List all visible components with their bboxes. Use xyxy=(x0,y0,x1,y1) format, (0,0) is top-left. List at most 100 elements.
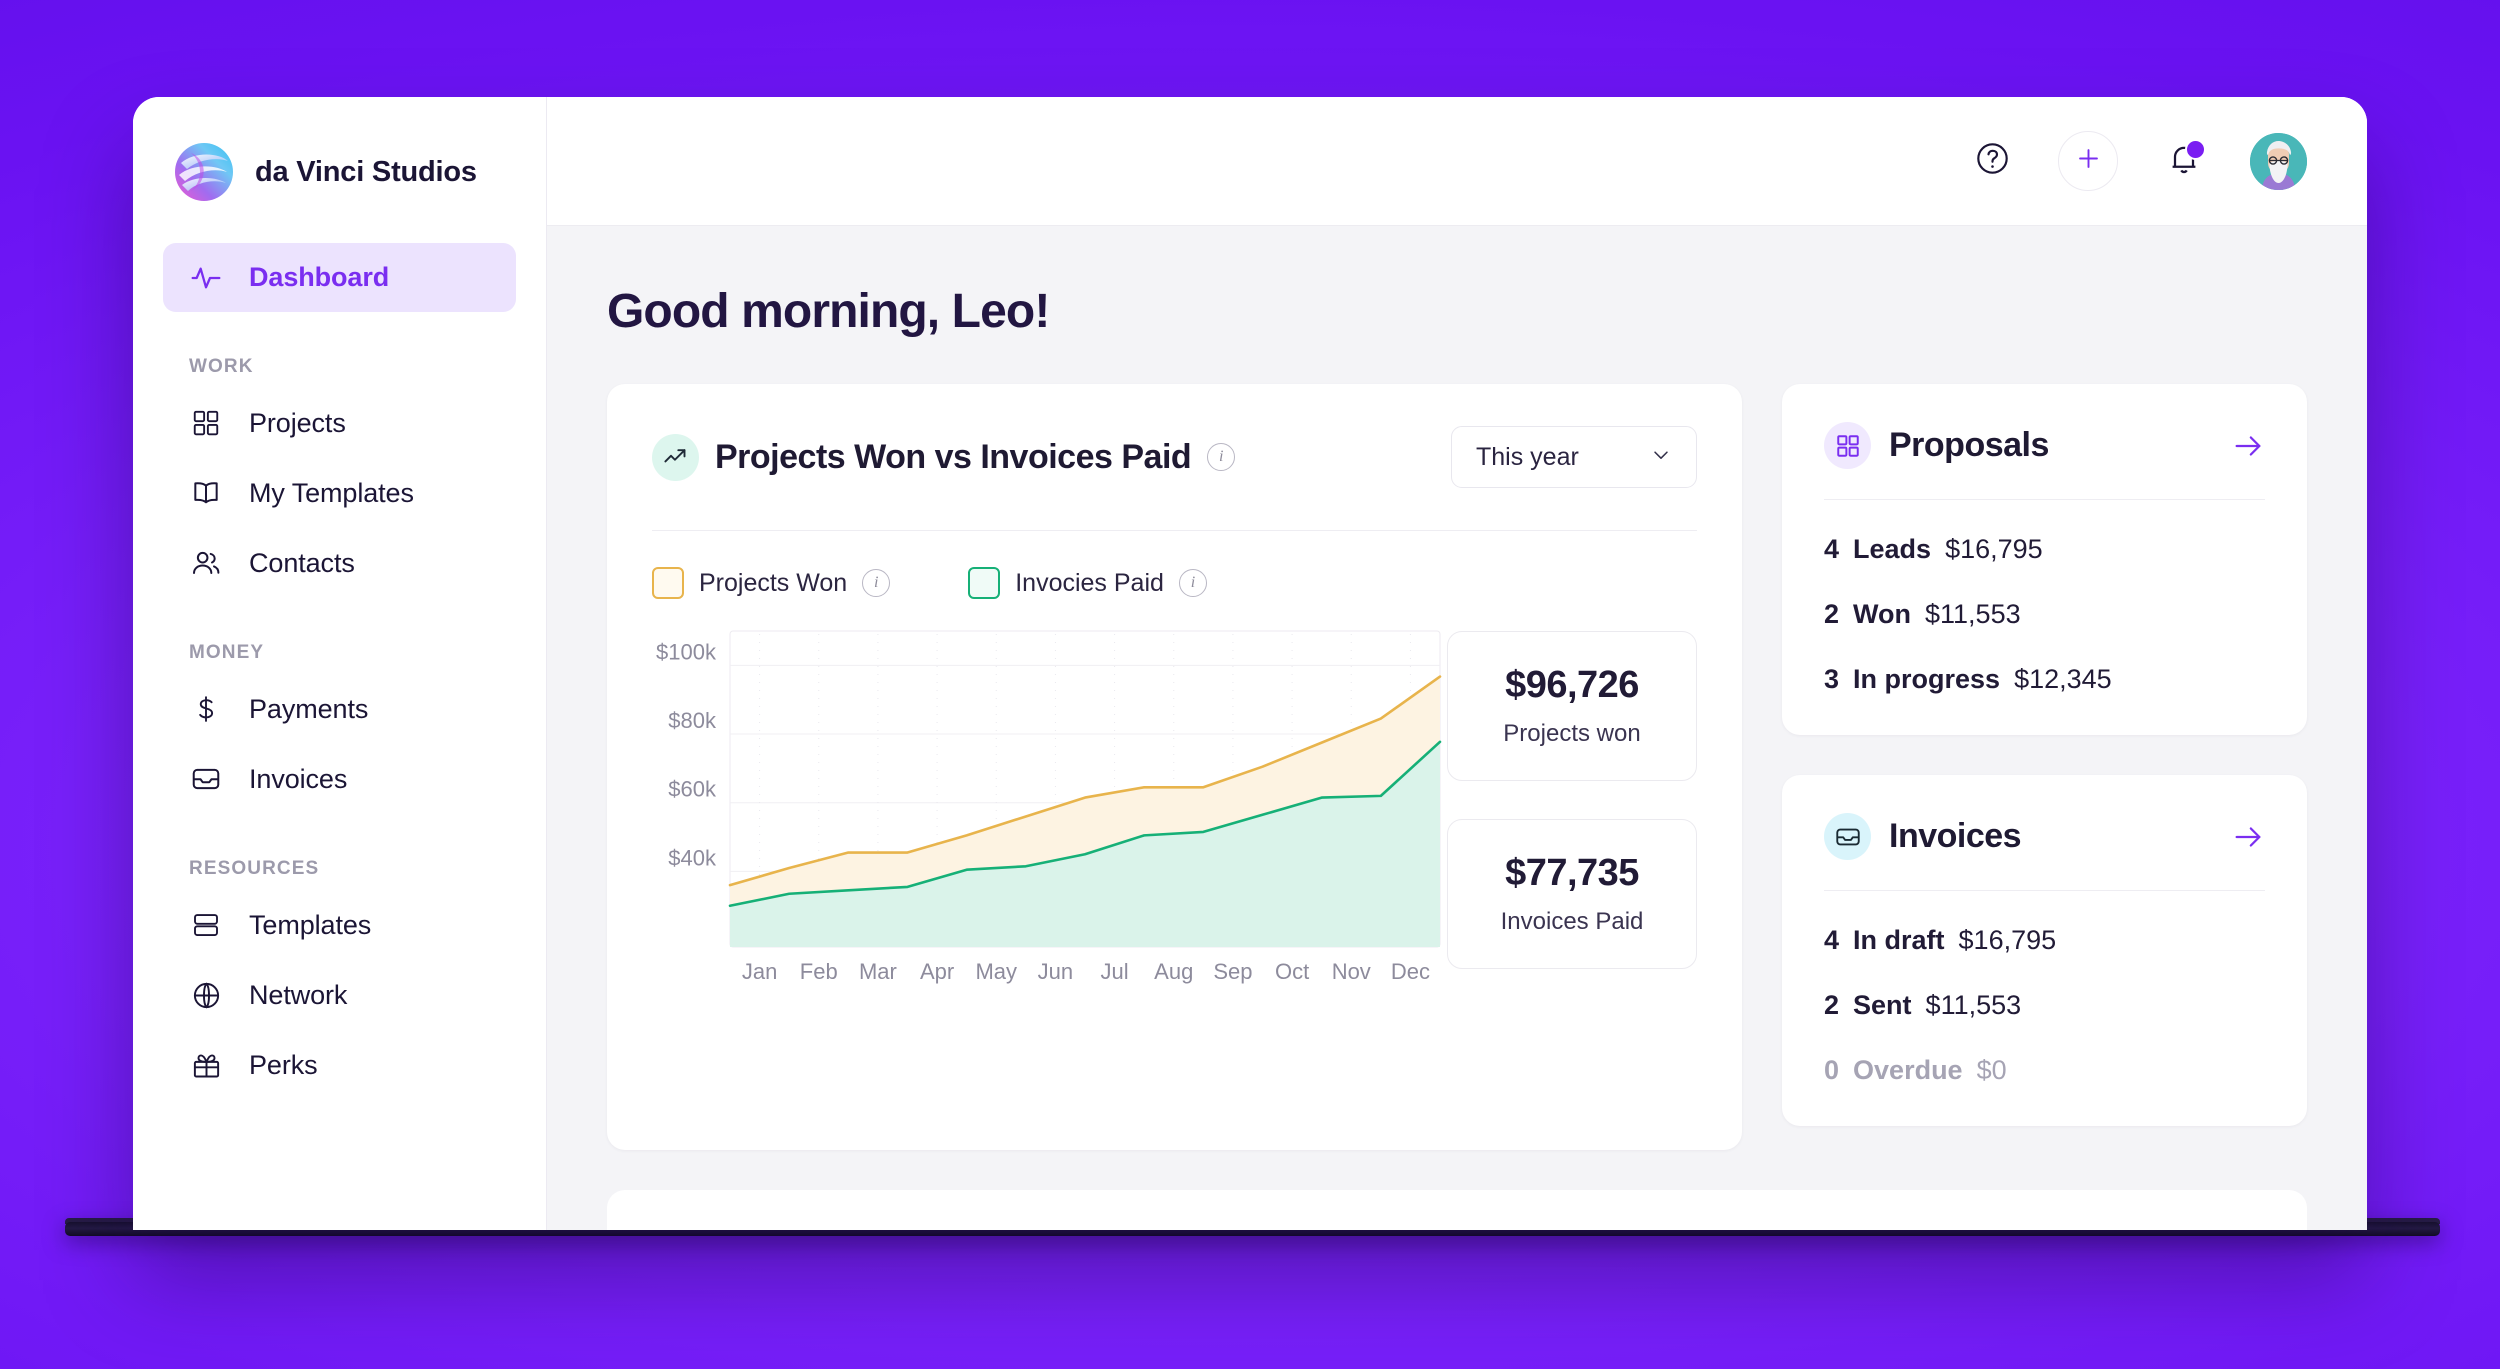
row-label: Leads xyxy=(1853,534,1932,564)
info-icon[interactable]: i xyxy=(1178,569,1207,597)
page-title: Good morning, Leo! xyxy=(607,285,1050,338)
users-icon xyxy=(189,546,223,580)
sidebar-item-perks[interactable]: Perks xyxy=(163,1030,516,1100)
row-label: Sent xyxy=(1853,990,1912,1020)
sidebar: da Vinci Studios Dashboard WORK Projects… xyxy=(133,97,547,1230)
svg-text:May: May xyxy=(975,959,1017,984)
range-select[interactable]: This year xyxy=(1451,426,1697,488)
invoices-row-overdue[interactable]: 0 Overdue $0 xyxy=(1824,1055,2265,1086)
legend-item-invoices-paid[interactable]: Invocies Paid i xyxy=(968,567,1207,599)
row-amount: $11,553 xyxy=(1925,990,2022,1020)
sidebar-item-payments[interactable]: Payments xyxy=(163,674,516,744)
info-icon[interactable]: i xyxy=(862,569,891,597)
row-count: 0 xyxy=(1824,1055,1840,1085)
avatar[interactable] xyxy=(2250,132,2307,190)
dashboard-grid: Projects Won vs Invoices Paid i This yea… xyxy=(607,384,2307,1150)
row-count: 4 xyxy=(1824,925,1840,955)
area-chart: $40k $60k $80k $100k Jan Feb Mar Apr May Jun Jul Au… xyxy=(652,629,1442,1024)
invoices-row-sent[interactable]: 2 Sent $11,553 xyxy=(1824,990,2265,1021)
content-area: Good morning, Leo! Projects Won vs Invoi… xyxy=(547,226,2367,1230)
legend-label: Invocies Paid xyxy=(1015,568,1164,597)
spiral-globe-logo-icon xyxy=(173,141,235,203)
stat-label: Invoices Paid xyxy=(1500,908,1644,935)
sidebar-item-network[interactable]: Network xyxy=(163,960,516,1030)
dollar-sign-icon xyxy=(189,692,223,726)
row-count: 3 xyxy=(1824,664,1840,694)
proposals-row-in-progress[interactable]: 3 In progress $12,345 xyxy=(1824,664,2265,695)
svg-text:Jun: Jun xyxy=(1038,959,1073,984)
legend-swatch-icon xyxy=(652,567,684,599)
stacked-rows-icon xyxy=(189,908,223,942)
svg-text:Sep: Sep xyxy=(1213,959,1252,984)
sidebar-item-templates[interactable]: Templates xyxy=(163,890,516,960)
chevron-down-icon xyxy=(1650,444,1672,471)
row-amount: $16,795 xyxy=(1958,925,2057,955)
invoices-title: Invoices xyxy=(1889,817,2022,855)
legend-swatch-icon xyxy=(968,567,1001,599)
sidebar-item-label: Dashboard xyxy=(249,262,390,292)
svg-text:Mar: Mar xyxy=(859,959,897,984)
chart-title: Projects Won vs Invoices Paid xyxy=(715,437,1192,476)
app-window: da Vinci Studios Dashboard WORK Projects… xyxy=(133,97,2367,1230)
invoices-card: Invoices 4 In draft $16,795 2 Sent $11,5… xyxy=(1782,775,2307,1126)
sidebar-group-title-work: WORK xyxy=(189,356,254,377)
svg-text:Nov: Nov xyxy=(1332,959,1371,984)
proposals-row-won[interactable]: 2 Won $11,553 xyxy=(1824,599,2265,630)
chart-legend: Projects Won i Invocies Paid i xyxy=(652,567,1697,599)
proposals-title: Proposals xyxy=(1889,426,2049,464)
sidebar-item-contacts[interactable]: Contacts xyxy=(163,528,516,598)
row-label: In progress xyxy=(1853,664,2001,694)
svg-text:$40k: $40k xyxy=(668,845,717,870)
invoices-title-group: Invoices xyxy=(1824,813,2022,860)
stat-value: $77,735 xyxy=(1505,852,1639,894)
proposals-arrow-right-icon[interactable] xyxy=(2231,429,2265,463)
svg-text:Jan: Jan xyxy=(742,959,777,984)
sidebar-item-invoices[interactable]: Invoices xyxy=(163,744,516,814)
chart-stats: $96,726 Projects won $77,735 Invoices Pa… xyxy=(1447,629,1697,969)
main-area: Good morning, Leo! Projects Won vs Invoi… xyxy=(547,97,2367,1230)
proposals-row-leads[interactable]: 4 Leads $16,795 xyxy=(1824,534,2265,565)
invoices-arrow-right-icon[interactable] xyxy=(2231,820,2265,854)
plus-icon xyxy=(2075,145,2102,177)
sidebar-item-label: Payments xyxy=(249,693,369,724)
gift-icon xyxy=(189,1048,223,1082)
row-amount: $11,553 xyxy=(1925,599,2021,629)
svg-text:Jul: Jul xyxy=(1101,959,1129,984)
info-icon[interactable]: i xyxy=(1207,443,1236,471)
sidebar-item-label: Network xyxy=(249,979,348,1010)
next-section-card xyxy=(607,1190,2307,1230)
sidebar-item-label: Perks xyxy=(249,1049,318,1080)
invoices-row-in-draft[interactable]: 4 In draft $16,795 xyxy=(1824,925,2265,956)
row-label: Overdue xyxy=(1853,1055,1963,1085)
help-button[interactable] xyxy=(1968,137,2016,185)
brand-name: da Vinci Studios xyxy=(255,155,477,188)
grid-squares-icon xyxy=(1824,422,1871,469)
sidebar-item-projects[interactable]: Projects xyxy=(163,388,516,458)
sidebar-item-label: Invoices xyxy=(249,763,348,794)
row-amount: $12,345 xyxy=(2014,664,2112,694)
row-count: 2 xyxy=(1824,599,1840,629)
sidebar-nav: Dashboard WORK Projects My Templates Con… xyxy=(133,243,546,1100)
activity-pulse-icon xyxy=(189,261,223,295)
legend-item-projects-won[interactable]: Projects Won i xyxy=(652,567,891,599)
plot-and-stats: $40k $60k $80k $100k Jan Feb Mar Apr May Jun Jul Au… xyxy=(652,629,1697,1024)
notification-badge xyxy=(2185,139,2206,160)
notifications-button[interactable] xyxy=(2160,137,2208,185)
sidebar-item-label: Contacts xyxy=(249,547,355,578)
chart-header-divider xyxy=(652,530,1697,531)
stat-value: $96,726 xyxy=(1505,664,1639,706)
chart-card: Projects Won vs Invoices Paid i This yea… xyxy=(607,384,1742,1150)
row-count: 2 xyxy=(1824,990,1840,1020)
inbox-tray-icon xyxy=(189,762,223,796)
stat-projects-won: $96,726 Projects won xyxy=(1447,631,1697,781)
globe-icon xyxy=(189,978,223,1012)
proposals-divider xyxy=(1824,499,2265,500)
sidebar-item-my-templates[interactable]: My Templates xyxy=(163,458,516,528)
add-button[interactable] xyxy=(2058,131,2118,191)
stat-label: Projects won xyxy=(1503,720,1641,747)
brand[interactable]: da Vinci Studios xyxy=(133,97,546,203)
trending-up-icon xyxy=(652,433,699,481)
sidebar-item-dashboard[interactable]: Dashboard xyxy=(163,243,516,312)
sidebar-item-label: Templates xyxy=(249,909,372,940)
row-amount: $16,795 xyxy=(1945,534,2043,564)
